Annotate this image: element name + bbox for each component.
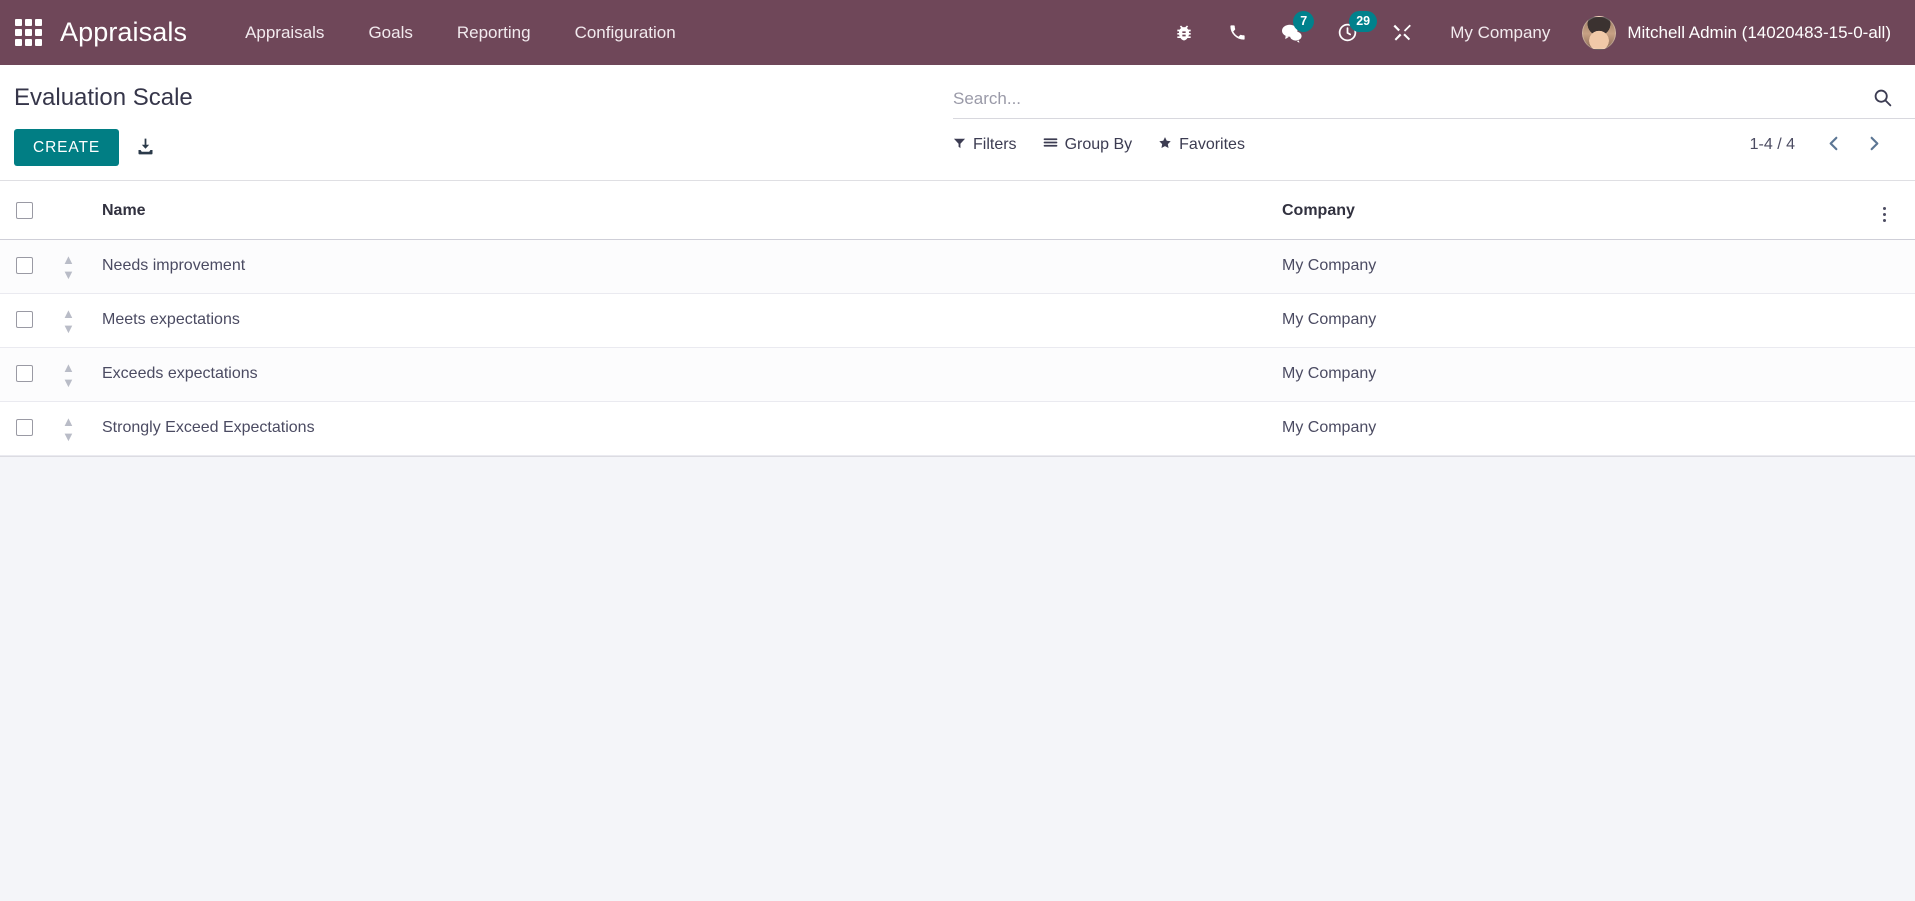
- drag-handle-icon[interactable]: ▲ ▼: [62, 307, 75, 335]
- import-button[interactable]: [133, 132, 158, 164]
- action-buttons: CREATE: [14, 129, 953, 180]
- cell-name[interactable]: Strongly Exceed Expectations: [92, 401, 1272, 457]
- control-panel-right: Filters Group By: [953, 65, 1915, 172]
- optional-columns-header: [1871, 181, 1915, 241]
- cell-name[interactable]: Meets expectations: [92, 293, 1272, 349]
- favorites-dropdown[interactable]: Favorites: [1158, 136, 1245, 155]
- cell-name[interactable]: Exceeds expectations: [92, 347, 1272, 403]
- chevron-right-icon: [1866, 134, 1883, 156]
- table-row[interactable]: ▲ ▼ Strongly Exceed Expectations My Compa…: [0, 401, 1915, 457]
- row-handle-cell: ▲ ▼: [52, 347, 92, 403]
- drag-handle-icon[interactable]: ▲ ▼: [62, 361, 75, 389]
- bug-icon: [1174, 23, 1194, 43]
- row-select-cell: [0, 239, 52, 295]
- page-title: Evaluation Scale: [14, 84, 193, 111]
- handle-header: [52, 181, 92, 241]
- row-options-cell: [1871, 293, 1915, 349]
- filters-label: Filters: [973, 136, 1017, 153]
- debug-menu-button[interactable]: [1157, 0, 1211, 65]
- search-icon: [1872, 87, 1893, 111]
- row-select-cell: [0, 293, 52, 349]
- cell-company[interactable]: My Company: [1272, 347, 1871, 403]
- row-handle-cell: ▲ ▼: [52, 293, 92, 349]
- row-checkbox[interactable]: [16, 311, 33, 329]
- vertical-dots-icon[interactable]: [1881, 205, 1888, 224]
- control-panel-left: Evaluation Scale CREATE: [0, 65, 953, 180]
- filter-caret-icon: [953, 136, 966, 154]
- user-name-label: Mitchell Admin (14020483-15-0-all): [1627, 22, 1891, 42]
- drag-handle-icon[interactable]: ▲ ▼: [62, 253, 75, 281]
- tools-icon: [1392, 22, 1413, 43]
- create-button[interactable]: CREATE: [14, 129, 120, 167]
- select-all-checkbox[interactable]: [16, 201, 33, 219]
- menu-item-reporting[interactable]: Reporting: [435, 0, 553, 65]
- favorites-label: Favorites: [1179, 136, 1245, 153]
- row-checkbox[interactable]: [16, 419, 33, 437]
- brand-title[interactable]: Appraisals: [56, 17, 201, 48]
- pager: 1-4 / 4: [1750, 132, 1893, 158]
- column-header-company[interactable]: Company: [1272, 181, 1871, 241]
- control-panel: Evaluation Scale CREATE Search... Filter…: [0, 65, 1915, 182]
- cell-company[interactable]: My Company: [1272, 401, 1871, 457]
- pager-range[interactable]: 1-4 / 4: [1750, 136, 1795, 154]
- systray: 7 29: [1157, 0, 1430, 65]
- table-header-row: Name Company: [0, 181, 1915, 241]
- page-background: [0, 457, 1915, 901]
- voip-phone-button[interactable]: [1211, 0, 1264, 65]
- search-input[interactable]: [953, 89, 1864, 118]
- row-select-cell: [0, 401, 52, 457]
- cell-name[interactable]: Needs improvement: [92, 239, 1272, 295]
- top-navbar: Appraisals Appraisals Goals Reporting Co…: [0, 0, 1915, 65]
- pager-previous-button[interactable]: [1815, 132, 1852, 158]
- group-by-dropdown[interactable]: Group By: [1043, 136, 1133, 154]
- row-options-cell: [1871, 239, 1915, 295]
- import-icon: [135, 136, 156, 160]
- row-checkbox[interactable]: [16, 365, 33, 383]
- table-head: Name Company: [0, 181, 1915, 241]
- menu-item-configuration[interactable]: Configuration: [553, 0, 698, 65]
- table-body: ▲ ▼ Needs improvement My Company ▲ ▼ Meets…: [0, 239, 1915, 457]
- messages-badge: 7: [1293, 11, 1315, 32]
- phone-icon: [1228, 23, 1247, 42]
- row-select-cell: [0, 347, 52, 403]
- company-switcher[interactable]: My Company: [1430, 0, 1570, 65]
- activity-menu-button[interactable]: 29: [1320, 0, 1378, 65]
- list-view: Name Company ▲ ▼ Needs improvement My Com…: [0, 181, 1915, 458]
- filter-bar: Filters Group By Favorites 1-4 / 4: [953, 119, 1915, 172]
- column-header-name[interactable]: Name: [92, 181, 1272, 241]
- chevron-left-icon: [1825, 134, 1842, 156]
- search-bar: [953, 65, 1915, 119]
- activities-badge: 29: [1349, 11, 1378, 32]
- star-icon: [1158, 136, 1172, 155]
- select-all-header: [0, 181, 52, 241]
- table-row[interactable]: ▲ ▼ Meets expectations My Company: [0, 293, 1915, 349]
- menu-item-goals[interactable]: Goals: [346, 0, 434, 65]
- menu-item-appraisals[interactable]: Appraisals: [223, 0, 346, 65]
- row-handle-cell: ▲ ▼: [52, 401, 92, 457]
- table-row[interactable]: ▲ ▼ Exceeds expectations My Company: [0, 347, 1915, 403]
- table-row[interactable]: ▲ ▼ Needs improvement My Company: [0, 239, 1915, 295]
- pager-next-button[interactable]: [1856, 132, 1893, 158]
- list-lines-icon: [1043, 136, 1058, 154]
- row-options-cell: [1871, 347, 1915, 403]
- apps-menu-button[interactable]: [0, 0, 56, 65]
- records-table: Name Company ▲ ▼ Needs improvement My Com…: [0, 181, 1915, 457]
- row-checkbox[interactable]: [16, 257, 33, 275]
- filters-dropdown[interactable]: Filters: [953, 136, 1017, 154]
- messaging-menu-button[interactable]: 7: [1264, 0, 1320, 65]
- avatar: [1582, 15, 1617, 50]
- row-options-cell: [1871, 401, 1915, 457]
- user-menu[interactable]: Mitchell Admin (14020483-15-0-all): [1570, 0, 1897, 65]
- apps-grid-icon: [14, 19, 42, 46]
- drag-handle-icon[interactable]: ▲ ▼: [62, 415, 75, 443]
- cell-company[interactable]: My Company: [1272, 293, 1871, 349]
- row-handle-cell: ▲ ▼: [52, 239, 92, 295]
- tools-menu-button[interactable]: [1375, 0, 1430, 65]
- group-by-label: Group By: [1064, 136, 1133, 153]
- main-menu: Appraisals Goals Reporting Configuration: [223, 0, 698, 65]
- search-button[interactable]: [1864, 87, 1893, 118]
- cell-company[interactable]: My Company: [1272, 239, 1871, 295]
